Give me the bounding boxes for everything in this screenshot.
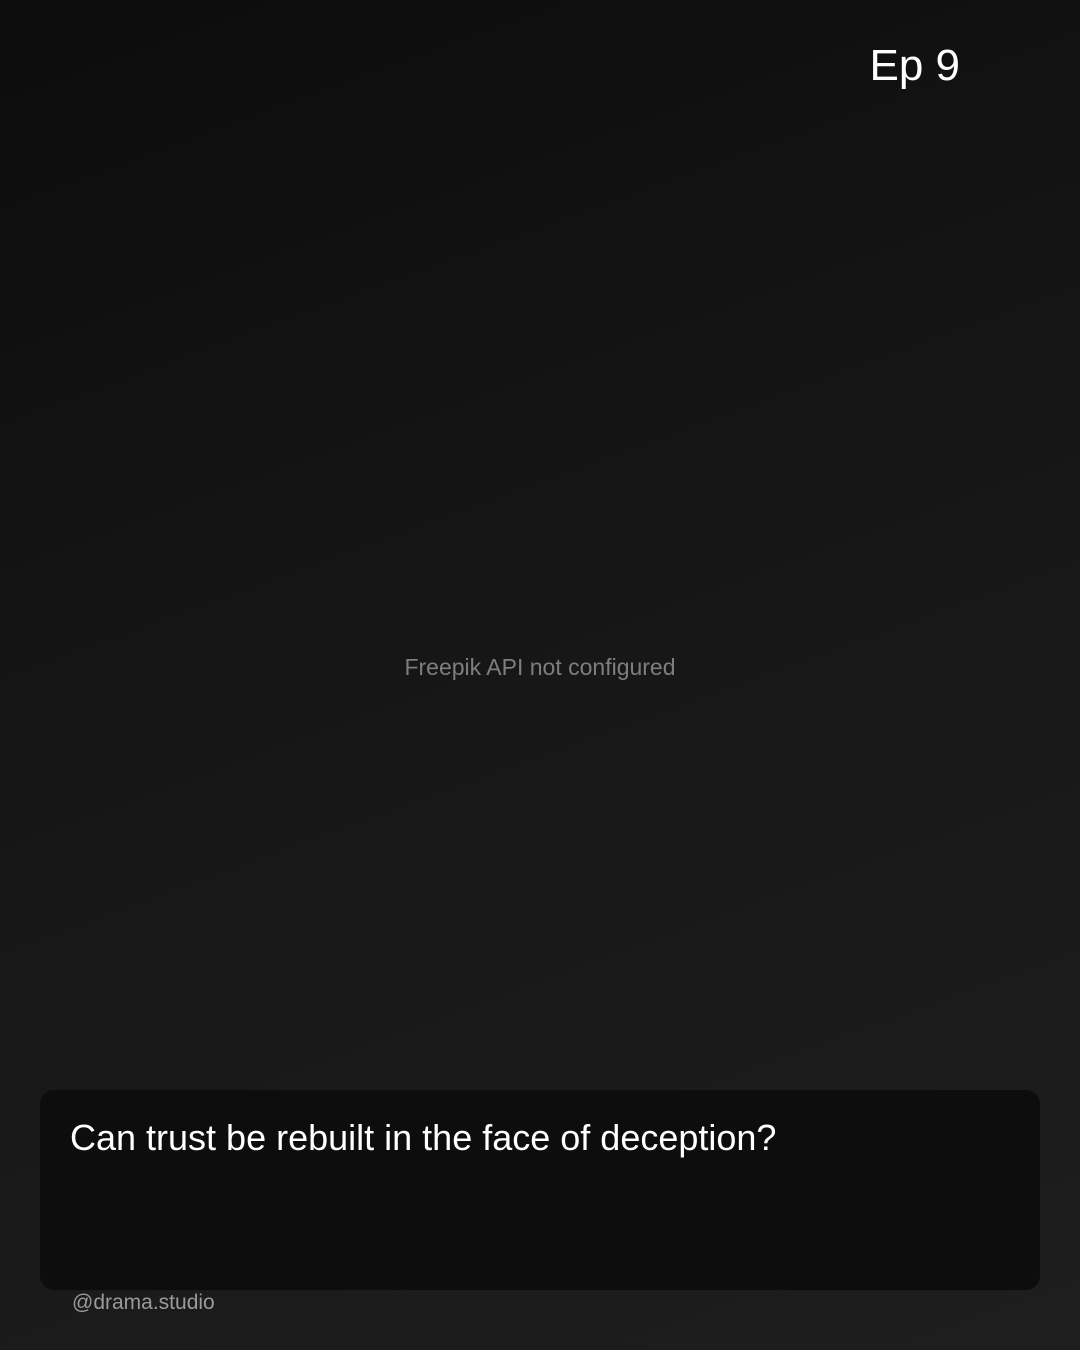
image-placeholder-message: Freepik API not configured [404,654,676,680]
caption-box: Can trust be rebuilt in the face of dece… [40,1090,1040,1290]
account-handle: @drama.studio [72,1291,215,1314]
caption-text: Can trust be rebuilt in the face of dece… [70,1117,777,1158]
episode-label: Ep 9 [869,41,960,90]
